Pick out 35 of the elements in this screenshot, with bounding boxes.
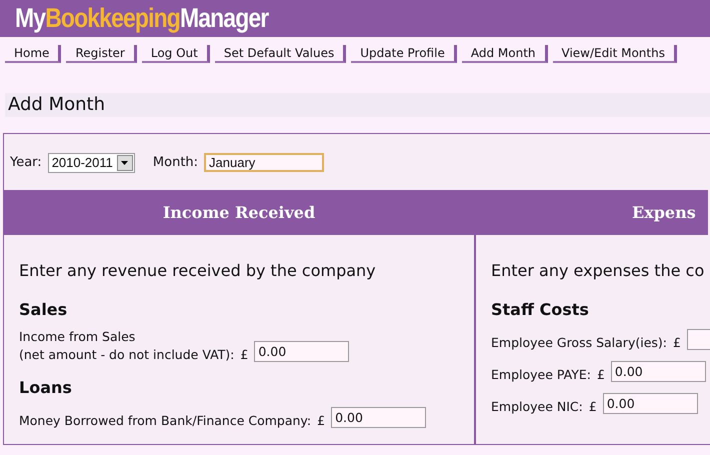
month-field[interactable]: January bbox=[204, 153, 324, 172]
currency-symbol: £ bbox=[588, 399, 597, 414]
field-label: Money Borrowed from Bank/Finance Company: bbox=[19, 413, 312, 428]
nav-link[interactable]: View/Edit Months bbox=[552, 45, 677, 63]
nav-link[interactable]: Log Out bbox=[142, 45, 210, 63]
field-label: Income from Sales bbox=[19, 329, 136, 344]
column-heading: Expens bbox=[476, 190, 708, 235]
currency-symbol: £ bbox=[596, 367, 605, 382]
nav-link[interactable]: Register bbox=[66, 45, 137, 63]
field-label: Employee PAYE: bbox=[491, 367, 591, 382]
nav-link[interactable]: Update Profile bbox=[351, 45, 457, 63]
section-title: Loans bbox=[19, 378, 73, 397]
section-title: Sales bbox=[19, 300, 68, 319]
column-intro: Enter any revenue received by the company bbox=[19, 261, 376, 280]
amount-field[interactable]: 0.00 bbox=[602, 393, 698, 414]
nav-link[interactable]: Add Month bbox=[462, 45, 548, 63]
field-label: Employee Gross Salary(ies): bbox=[491, 335, 667, 350]
nav-link[interactable]: Home bbox=[5, 45, 62, 63]
amount-field[interactable]: 0.00 bbox=[610, 361, 706, 382]
field-label: (net amount - do not include VAT): bbox=[19, 347, 234, 362]
column-intro: Enter any expenses the co bbox=[491, 261, 704, 280]
amount-field[interactable]: 0.00 bbox=[254, 341, 350, 362]
field-label: Employee NIC: bbox=[491, 399, 583, 414]
section-title: Staff Costs bbox=[491, 300, 590, 319]
year-dropdown[interactable]: 2010-2011 bbox=[48, 152, 135, 172]
column-heading: Income Received bbox=[4, 190, 474, 235]
currency-symbol: £ bbox=[240, 347, 248, 362]
site-logo: MyBookkeepingManager bbox=[15, 3, 268, 34]
amount-field[interactable]: 0.00 bbox=[331, 407, 426, 428]
currency-symbol: £ bbox=[317, 413, 326, 428]
year-label: Year: bbox=[10, 155, 42, 170]
currency-symbol: £ bbox=[672, 335, 681, 350]
nav-link[interactable]: Set Default Values bbox=[214, 45, 346, 63]
page-title: Add Month bbox=[5, 93, 710, 117]
month-label: Month: bbox=[152, 155, 198, 170]
